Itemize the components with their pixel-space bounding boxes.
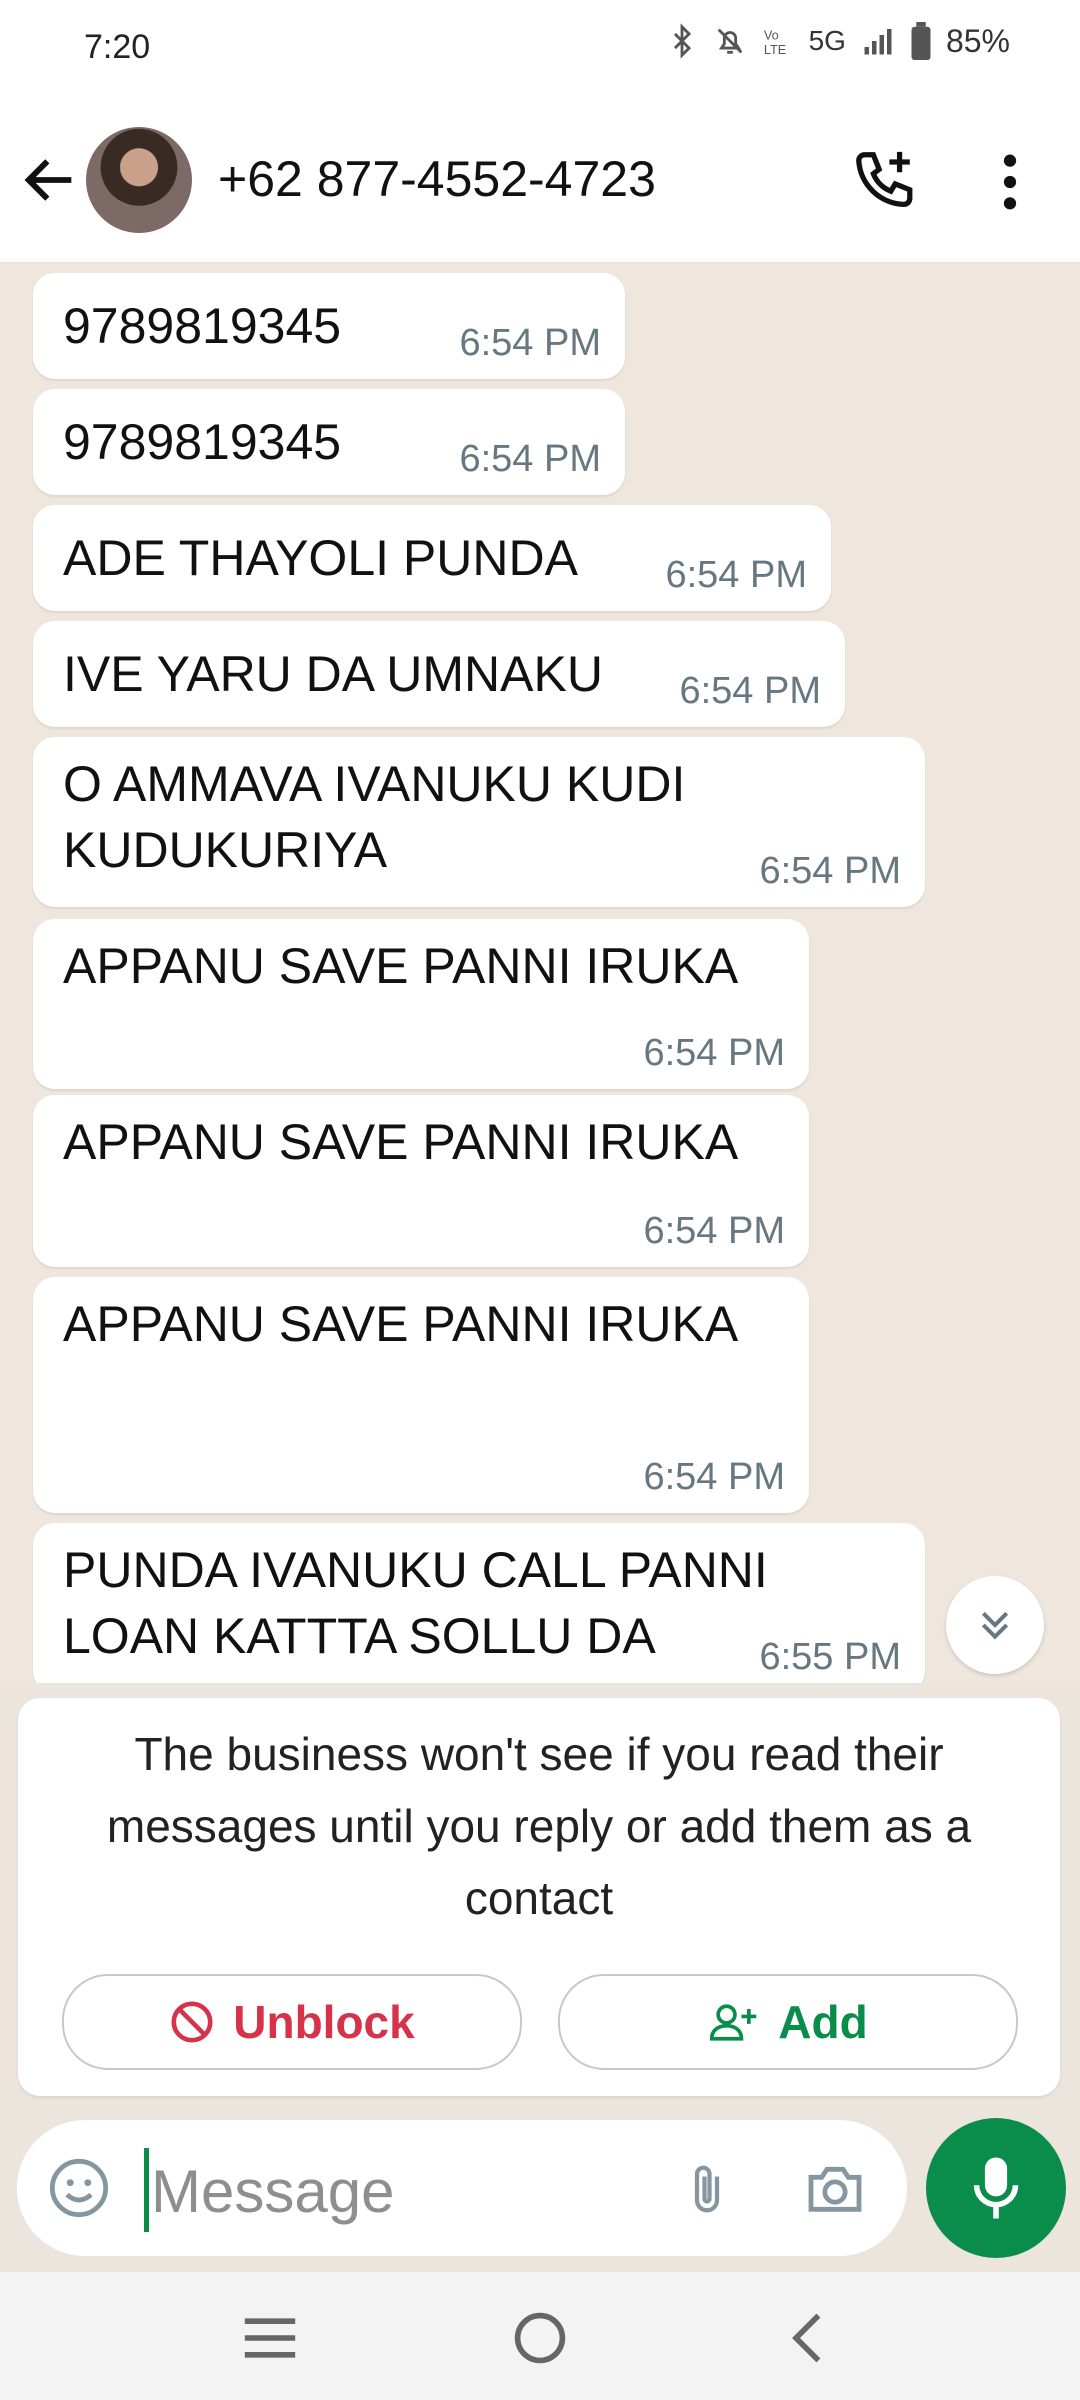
message-time: 6:54 PM xyxy=(679,670,821,712)
message-bubble[interactable]: PUNDA IVANUKU CALL PANNI LOAN KATTTA SOL… xyxy=(33,1523,925,1683)
system-nav-bar xyxy=(0,2272,1080,2400)
microphone-icon xyxy=(973,2157,1019,2219)
scroll-down-button[interactable] xyxy=(946,1576,1044,1674)
message-time: 6:54 PM xyxy=(643,1210,785,1252)
paperclip-icon xyxy=(694,2165,720,2213)
message-text: ADE THAYOLI PUNDA xyxy=(63,530,578,586)
message-bubble[interactable]: ADE THAYOLI PUNDA 6:54 PM xyxy=(33,505,831,611)
contact-title[interactable]: +62 877-4552-4723 xyxy=(218,150,656,208)
message-bubble[interactable]: 9789819345 6:54 PM xyxy=(33,273,625,379)
message-text: APPANU SAVE PANNI IRUKA xyxy=(63,1296,739,1352)
message-input[interactable] xyxy=(149,2150,673,2232)
status-time: 7:20 xyxy=(84,28,151,66)
network-type: 5G xyxy=(808,25,846,56)
recent-apps-icon xyxy=(244,2318,296,2358)
message-time: 6:54 PM xyxy=(759,850,901,892)
message-bubble[interactable]: O AMMAVA IVANUKU KUDI KUDUKURIYA 6:54 PM xyxy=(33,737,925,907)
bluetooth-icon xyxy=(673,23,691,59)
message-text: APPANU SAVE PANNI IRUKA xyxy=(63,1114,739,1170)
home-button[interactable] xyxy=(505,2310,575,2366)
unblock-label: Unblock xyxy=(233,1996,415,2048)
business-notice: The business won't see if you read their… xyxy=(18,1698,1060,2096)
status-bar: 7:20 Vo LTE 5G 85% xyxy=(0,0,1080,100)
message-time: 6:55 PM xyxy=(759,1636,901,1678)
message-text: PUNDA IVANUKU CALL PANNI LOAN KATTTA SOL… xyxy=(63,1542,768,1664)
avatar[interactable] xyxy=(86,127,192,233)
message-text: IVE YARU DA UMNAKU xyxy=(63,646,603,702)
block-icon xyxy=(171,2001,213,2043)
battery-icon xyxy=(911,22,931,60)
signal-icon xyxy=(864,29,892,55)
voice-record-button[interactable] xyxy=(926,2118,1066,2258)
volte-icon: VoLTE xyxy=(763,28,785,57)
more-options-button[interactable] xyxy=(990,150,1030,214)
arrow-left-icon xyxy=(24,159,72,201)
message-time: 6:54 PM xyxy=(643,1032,785,1074)
camera-button[interactable] xyxy=(802,2156,868,2220)
svg-text:LTE: LTE xyxy=(763,42,785,57)
status-icons: Vo LTE 5G 85% xyxy=(665,22,1010,60)
svg-text:Vo: Vo xyxy=(763,28,778,43)
message-bubble[interactable]: APPANU SAVE PANNI IRUKA 6:54 PM xyxy=(33,919,809,1089)
message-time: 6:54 PM xyxy=(665,554,807,596)
message-bubble[interactable]: IVE YARU DA UMNAKU 6:54 PM xyxy=(33,621,845,727)
unblock-button[interactable]: Unblock xyxy=(62,1974,522,2070)
attach-button[interactable] xyxy=(677,2154,737,2224)
notice-text: The business won't see if you read their… xyxy=(106,1728,972,1924)
add-label: Add xyxy=(778,1996,868,2048)
message-bubble[interactable]: APPANU SAVE PANNI IRUKA 6:54 PM xyxy=(33,1095,809,1267)
double-chevron-down-icon xyxy=(981,1611,1009,1640)
message-text: O AMMAVA IVANUKU KUDI KUDUKURIYA xyxy=(63,756,686,878)
message-bubble[interactable]: APPANU SAVE PANNI IRUKA 6:54 PM xyxy=(33,1277,809,1513)
battery-percent: 85% xyxy=(945,22,1010,59)
add-contact-button[interactable]: Add xyxy=(558,1974,1018,2070)
message-text: APPANU SAVE PANNI IRUKA xyxy=(63,938,739,994)
mute-bell-icon xyxy=(717,28,742,54)
person-add-icon xyxy=(710,2004,757,2041)
home-circle-icon xyxy=(514,2312,566,2364)
chevron-left-icon xyxy=(792,2313,821,2363)
message-text: 9789819345 xyxy=(63,414,342,470)
message-time: 6:54 PM xyxy=(459,322,601,364)
phone-plus-icon xyxy=(856,151,913,207)
kebab-menu-icon xyxy=(1003,154,1017,210)
add-call-button[interactable] xyxy=(850,146,920,216)
back-nav-button[interactable] xyxy=(775,2310,845,2366)
chat-header: +62 877-4552-4723 xyxy=(0,100,1080,263)
message-time: 6:54 PM xyxy=(459,438,601,480)
emoji-button[interactable] xyxy=(47,2156,111,2220)
camera-icon xyxy=(808,2166,862,2212)
message-time: 6:54 PM xyxy=(643,1456,785,1498)
recent-apps-button[interactable] xyxy=(235,2310,305,2366)
message-composer xyxy=(17,2120,907,2256)
message-bubble[interactable]: 9789819345 6:54 PM xyxy=(33,389,625,495)
emoji-icon xyxy=(49,2158,109,2218)
chat-area[interactable]: 9789819345 6:54 PM 9789819345 6:54 PM AD… xyxy=(0,263,1080,1683)
message-text: 9789819345 xyxy=(63,298,342,354)
back-button[interactable] xyxy=(18,148,82,212)
